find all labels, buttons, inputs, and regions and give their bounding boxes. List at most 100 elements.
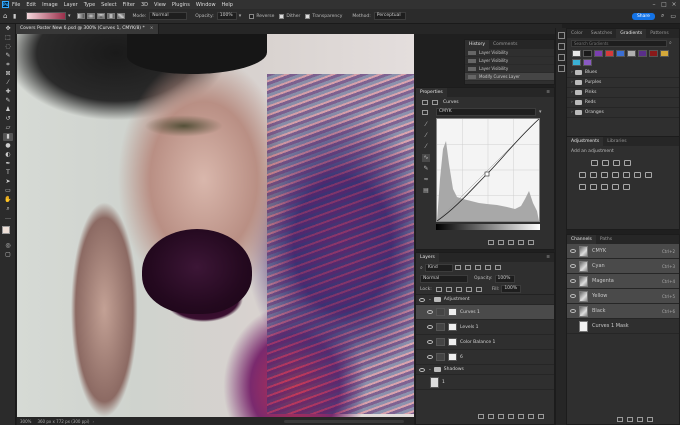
eye-icon[interactable] <box>427 310 433 314</box>
eye-icon[interactable] <box>427 355 433 359</box>
gradient-folder-reds[interactable]: › Reds <box>567 98 679 108</box>
layer-opacity-field[interactable]: 100% <box>494 274 515 283</box>
status-arrow-icon[interactable]: › <box>92 419 94 424</box>
new-layer-icon[interactable] <box>528 413 534 419</box>
color-balance-icon[interactable] <box>601 172 608 178</box>
new-adjustment-icon[interactable] <box>508 413 514 419</box>
gradient-search-input[interactable] <box>571 39 667 47</box>
history-brush-tool-icon[interactable]: ↺ <box>3 115 13 123</box>
tab-history[interactable]: History <box>465 40 490 49</box>
document-canvas[interactable] <box>17 34 414 417</box>
delete-adjustment-icon[interactable] <box>528 240 534 245</box>
gradient-swatch[interactable] <box>572 50 581 57</box>
tab-paths[interactable]: Paths <box>596 235 616 244</box>
menu-help[interactable]: Help <box>222 2 233 8</box>
filter-smart-object-icon[interactable] <box>494 265 501 270</box>
vibrance-icon[interactable] <box>579 172 586 178</box>
gradient-swatch[interactable] <box>594 50 603 57</box>
chevron-right-icon[interactable]: › <box>571 100 573 105</box>
gradient-folder-pinks[interactable]: › Pinks <box>567 88 679 98</box>
gradient-swatch[interactable] <box>627 50 636 57</box>
channel-row-cyan[interactable]: Cyan Ctrl+3 <box>567 259 679 274</box>
angle-gradient-icon[interactable] <box>96 13 105 19</box>
chevron-down-icon[interactable]: ⌄ <box>428 297 432 302</box>
paragraph-panel-icon[interactable] <box>558 65 565 72</box>
threshold-icon[interactable] <box>601 184 608 190</box>
preset-dropdown-icon[interactable]: ▾ <box>539 109 542 115</box>
menu-view[interactable]: View <box>154 2 166 8</box>
lock-all-icon[interactable] <box>475 286 482 292</box>
healing-brush-tool-icon[interactable]: ✚ <box>3 88 13 96</box>
color-swatches[interactable] <box>1 225 15 239</box>
lock-artboard-icon[interactable] <box>465 286 472 292</box>
lock-position-icon[interactable] <box>455 286 462 292</box>
clip-to-layer-icon[interactable] <box>488 240 494 245</box>
blend-mode-select[interactable]: Normal <box>420 274 468 283</box>
eye-icon[interactable] <box>570 249 576 253</box>
filter-pixel-icon[interactable] <box>454 265 461 270</box>
dither-checkbox[interactable] <box>279 13 285 19</box>
tab-color[interactable]: Color <box>567 29 587 38</box>
gradient-swatch[interactable] <box>660 50 669 57</box>
layer-mask-thumb[interactable] <box>448 338 457 346</box>
preset-select[interactable]: CMYK <box>436 108 536 116</box>
menu-3d[interactable]: 3D <box>141 2 148 8</box>
selective-color-icon[interactable] <box>623 184 630 190</box>
marquee-tool-icon[interactable]: ⬚ <box>3 34 13 42</box>
sample-gray-eyedropper-icon[interactable]: ⁄ <box>422 132 430 140</box>
zoom-tool-icon[interactable]: ⌕ <box>3 205 13 213</box>
channel-row-cmyk[interactable]: CMYK Ctrl+2 <box>567 244 679 259</box>
eye-icon[interactable] <box>427 325 433 329</box>
pen-tool-icon[interactable]: ✒ <box>3 160 13 168</box>
close-icon[interactable]: × <box>670 1 678 8</box>
frame-tool-icon[interactable]: ⊠ <box>3 70 13 78</box>
channel-mixer-icon[interactable] <box>634 172 641 178</box>
history-panel-icon[interactable] <box>558 32 565 39</box>
eraser-tool-icon[interactable]: ▱ <box>3 124 13 132</box>
clone-stamp-tool-icon[interactable]: ♟ <box>3 106 13 114</box>
crop-tool-icon[interactable]: ⌗ <box>3 61 13 69</box>
posterize-icon[interactable] <box>590 184 597 190</box>
layer-row-adjustment-group[interactable]: ⌄ Adjustment <box>416 295 554 305</box>
tab-channels[interactable]: Channels <box>567 235 596 244</box>
tab-gradients[interactable]: Gradients <box>616 29 647 38</box>
view-previous-icon[interactable] <box>498 240 504 245</box>
save-selection-icon[interactable] <box>627 416 633 422</box>
channel-row-yellow[interactable]: Yellow Ctrl+5 <box>567 289 679 304</box>
brush-tool-icon[interactable]: ✎ <box>3 97 13 105</box>
gradient-folder-blues[interactable]: › Blues <box>567 68 679 78</box>
filter-kind-select[interactable]: Kind <box>424 263 453 272</box>
tab-patterns[interactable]: Patterns <box>646 29 673 38</box>
minimize-icon[interactable]: – <box>650 1 658 8</box>
hand-tool-icon[interactable]: ✋ <box>3 196 13 204</box>
filter-type-icon[interactable] <box>474 265 481 270</box>
blur-tool-icon[interactable]: ● <box>3 142 13 150</box>
filter-adjustment-icon[interactable] <box>464 265 471 270</box>
chevron-right-icon[interactable]: › <box>571 70 573 75</box>
menu-layer[interactable]: Layer <box>64 2 78 8</box>
method-select[interactable]: Perceptual <box>373 12 406 20</box>
properties-panel-icon[interactable] <box>558 43 565 50</box>
gradient-swatch[interactable] <box>572 59 581 66</box>
eyedropper-tool-icon[interactable]: ⁄ <box>3 79 13 87</box>
close-tab-icon[interactable]: × <box>150 24 154 34</box>
delete-layer-icon[interactable] <box>538 413 544 419</box>
photo-filter-icon[interactable] <box>623 172 630 178</box>
eye-icon[interactable] <box>570 264 576 268</box>
lock-transparent-icon[interactable] <box>435 286 442 292</box>
character-panel-icon[interactable] <box>558 54 565 61</box>
channel-row-black[interactable]: Black Ctrl+6 <box>567 304 679 319</box>
tab-adjustments[interactable]: Adjustments <box>567 137 604 146</box>
layer-row-color-balance[interactable]: Color Balance 1 <box>416 335 554 350</box>
menu-file[interactable]: File <box>12 2 20 8</box>
black-white-icon[interactable] <box>612 172 619 178</box>
menu-image[interactable]: Image <box>42 2 58 8</box>
add-mask-icon[interactable] <box>498 413 504 419</box>
document-tab[interactable]: Covers Poster New 6.psd @ 300% (Curves 1… <box>16 24 159 34</box>
edit-points-icon[interactable]: ∿ <box>422 154 430 162</box>
lasso-tool-icon[interactable]: ◌ <box>3 43 13 51</box>
eye-icon[interactable] <box>427 340 433 344</box>
sample-black-eyedropper-icon[interactable]: ⁄ <box>422 121 430 129</box>
exposure-icon[interactable] <box>624 160 631 166</box>
lock-image-icon[interactable] <box>445 286 452 292</box>
